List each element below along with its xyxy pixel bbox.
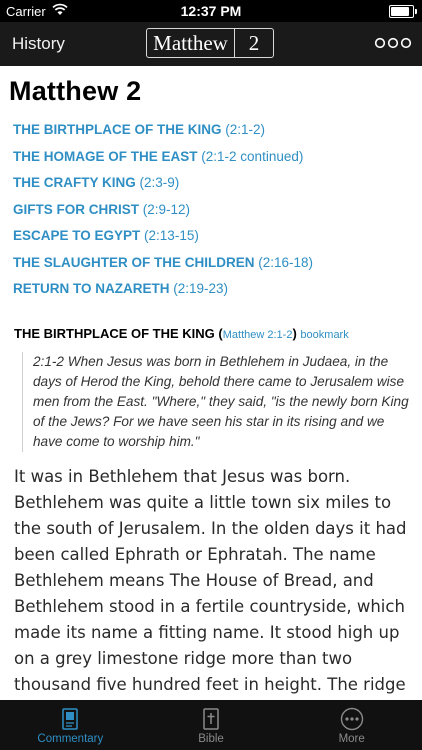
toc-ref[interactable]: (2:9-12) xyxy=(143,202,190,217)
toc-title[interactable]: THE BIRTHPLACE OF THE KING xyxy=(13,122,222,137)
toc-item[interactable]: ESCAPE TO EGYPT (2:13-15) xyxy=(13,226,313,253)
section-heading: THE BIRTHPLACE OF THE KING (Matthew 2:1-… xyxy=(14,326,349,341)
tab-commentary[interactable]: Commentary xyxy=(0,700,141,750)
commentary-body: It was in Bethlehem that Jesus was born.… xyxy=(14,467,407,694)
toc-title[interactable]: THE CRAFTY KING xyxy=(13,175,136,190)
toc-item[interactable]: THE SLAUGHTER OF THE CHILDREN (2:16-18) xyxy=(13,253,313,280)
book-chapter-selector[interactable]: Matthew 2 xyxy=(146,28,274,58)
commentary-book-icon xyxy=(62,708,79,730)
toc-item[interactable]: THE BIRTHPLACE OF THE KING (2:1-2) xyxy=(13,120,313,147)
toc-title[interactable]: THE SLAUGHTER OF THE CHILDREN xyxy=(13,255,255,270)
bookmark-link[interactable]: bookmark xyxy=(300,329,348,341)
toc-title[interactable]: GIFTS FOR CHRIST xyxy=(13,202,139,217)
toc-item[interactable]: RETURN TO NAZARETH (2:19-23) xyxy=(13,279,313,306)
page-title: Matthew 2 xyxy=(9,76,142,106)
nav-bar: History Matthew 2 xyxy=(0,22,422,66)
toc-ref[interactable]: (2:16-18) xyxy=(258,255,313,270)
tab-label: Bible xyxy=(198,733,224,745)
toc-item[interactable]: THE CRAFTY KING (2:3-9) xyxy=(13,173,313,200)
tab-bible[interactable]: Bible xyxy=(141,700,282,750)
toc-item[interactable]: GIFTS FOR CHRIST (2:9-12) xyxy=(13,200,313,227)
battery-icon xyxy=(389,5,417,18)
section-title: THE BIRTHPLACE OF THE KING xyxy=(14,326,215,341)
section-list: THE BIRTHPLACE OF THE KING (2:1-2) THE H… xyxy=(13,120,313,306)
more-dots-icon xyxy=(340,707,363,731)
book-name[interactable]: Matthew xyxy=(147,29,234,57)
ellipsis-icon[interactable] xyxy=(374,36,412,50)
toc-ref[interactable]: (2:19-23) xyxy=(173,281,228,296)
tab-label: More xyxy=(338,733,365,745)
toc-ref[interactable]: (2:1-2) xyxy=(225,122,265,137)
toc-title[interactable]: THE HOMAGE OF THE EAST xyxy=(13,149,198,164)
tab-more[interactable]: More xyxy=(281,700,422,750)
tab-bar: Commentary Bible More xyxy=(0,700,422,750)
history-button[interactable]: History xyxy=(12,34,65,54)
toc-ref[interactable]: (2:3-9) xyxy=(140,175,180,190)
scripture-ref-link[interactable]: Matthew 2:1-2 xyxy=(223,329,293,341)
toc-ref[interactable]: (2:1-2 continued) xyxy=(201,149,303,164)
toc-title[interactable]: RETURN TO NAZARETH xyxy=(13,281,170,296)
bible-cross-icon xyxy=(203,708,219,730)
commentary-content[interactable]: Matthew 2 THE BIRTHPLACE OF THE KING (2:… xyxy=(0,66,422,700)
battery-fill xyxy=(391,7,409,16)
clock: 12:37 PM xyxy=(180,3,242,19)
toc-ref[interactable]: (2:13-15) xyxy=(144,228,199,243)
chapter-number[interactable]: 2 xyxy=(234,29,273,57)
scripture-quote: 2:1-2 When Jesus was born in Bethlehem i… xyxy=(22,352,413,452)
section-close-paren: ) xyxy=(292,326,297,341)
status-bar: Carrier 12:37 PM xyxy=(0,0,422,22)
tab-label: Commentary xyxy=(37,733,104,745)
toc-title[interactable]: ESCAPE TO EGYPT xyxy=(13,228,140,243)
toc-item[interactable]: THE HOMAGE OF THE EAST (2:1-2 continued) xyxy=(13,147,313,174)
